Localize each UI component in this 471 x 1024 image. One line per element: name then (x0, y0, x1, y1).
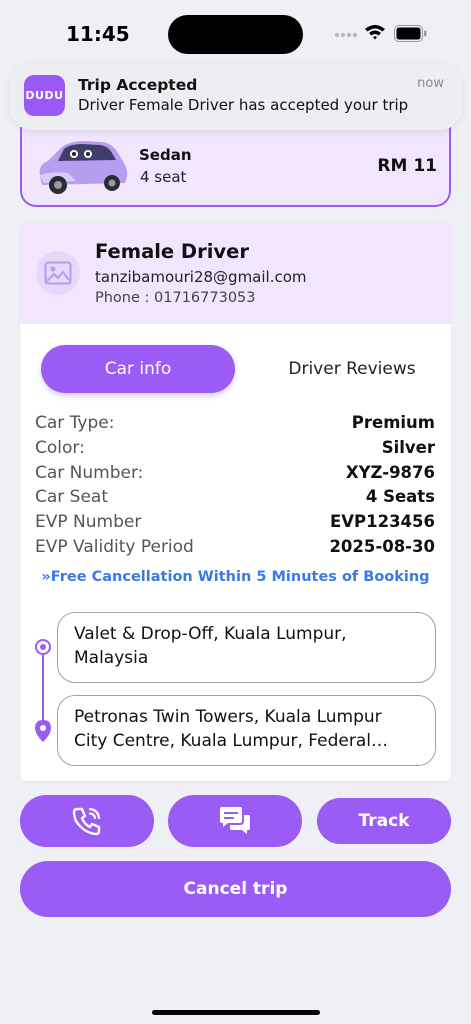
info-value: EVP123456 (329, 512, 435, 531)
app-logo: DUDU (24, 75, 65, 116)
car-type-name: Sedan (139, 146, 192, 164)
status-time: 11:45 (66, 22, 130, 46)
notification-body: Driver Female Driver has accepted your t… (78, 96, 409, 114)
call-button[interactable] (20, 795, 154, 847)
selected-car-card[interactable]: Sedan 4 seat RM 11 (20, 127, 451, 207)
info-row-color: Color: Silver (35, 438, 435, 462)
info-value: 4 Seats (365, 487, 435, 506)
pickup-dot-icon (35, 639, 51, 655)
car-image (39, 141, 128, 194)
info-row-car-type: Car Type: Premium (35, 413, 435, 437)
route-line (42, 648, 44, 723)
free-cancellation-note: »Free Cancellation Within 5 Minutes of B… (41, 569, 430, 585)
info-label: Car Seat (35, 487, 109, 507)
tab-car-info[interactable]: Car info (41, 345, 235, 393)
info-label: EVP Validity Period (35, 537, 194, 557)
info-value: Silver (381, 438, 435, 457)
app-logo-text: DUDU (25, 89, 64, 102)
driver-info-panel: Female Driver tanzibamouri28@gmail.com P… (20, 221, 451, 781)
tab-driver-reviews[interactable]: Driver Reviews (255, 345, 449, 393)
info-row-evp-validity: EVP Validity Period 2025-08-30 (35, 537, 435, 561)
driver-avatar (36, 251, 80, 295)
car-seat-count: 4 seat (140, 168, 187, 186)
dropoff-address-text: Petronas Twin Towers, Kuala Lumpur City … (74, 707, 382, 751)
wifi-icon (365, 25, 385, 40)
info-row-car-seat: Car Seat 4 Seats (35, 487, 435, 511)
pickup-address[interactable]: Valet & Drop-Off, Kuala Lumpur, Malaysia (57, 612, 436, 683)
cancel-trip-button[interactable]: Cancel trip (20, 861, 451, 917)
phone-icon (72, 807, 101, 836)
info-value: XYZ-9876 (345, 463, 435, 482)
chat-button[interactable] (168, 795, 302, 847)
info-value: 2025-08-30 (329, 537, 435, 556)
image-placeholder-icon (44, 261, 72, 285)
chat-icon (220, 807, 250, 834)
driver-name: Female Driver (95, 240, 249, 263)
driver-phone: Phone : 01716773053 (95, 290, 256, 306)
info-label: Car Number: (35, 463, 144, 483)
info-row-car-number: Car Number: XYZ-9876 (35, 463, 435, 487)
location-pin-icon (35, 720, 51, 742)
driver-email: tanzibamouri28@gmail.com (95, 268, 307, 286)
dynamic-island (168, 15, 303, 54)
pickup-address-text: Valet & Drop-Off, Kuala Lumpur, Malaysia (74, 624, 347, 668)
dropoff-address[interactable]: Petronas Twin Towers, Kuala Lumpur City … (57, 695, 436, 766)
info-label: Car Type: (35, 413, 115, 433)
status-bar: 11:45 (0, 0, 471, 64)
info-label: EVP Number (35, 512, 142, 532)
track-button[interactable]: Track (317, 798, 451, 844)
home-indicator[interactable] (152, 1010, 320, 1015)
battery-icon (394, 25, 427, 42)
info-row-evp-number: EVP Number EVP123456 (35, 512, 435, 536)
info-value: Premium (351, 413, 435, 432)
signal-icon (334, 32, 358, 38)
info-label: Color: (35, 438, 85, 458)
trip-accepted-notification[interactable]: DUDU Trip Accepted Driver Female Driver … (10, 62, 462, 130)
car-price: RM 11 (377, 156, 437, 176)
notification-title: Trip Accepted (78, 76, 198, 94)
notification-time: now (417, 76, 444, 91)
driver-header: Female Driver tanzibamouri28@gmail.com P… (20, 221, 451, 324)
